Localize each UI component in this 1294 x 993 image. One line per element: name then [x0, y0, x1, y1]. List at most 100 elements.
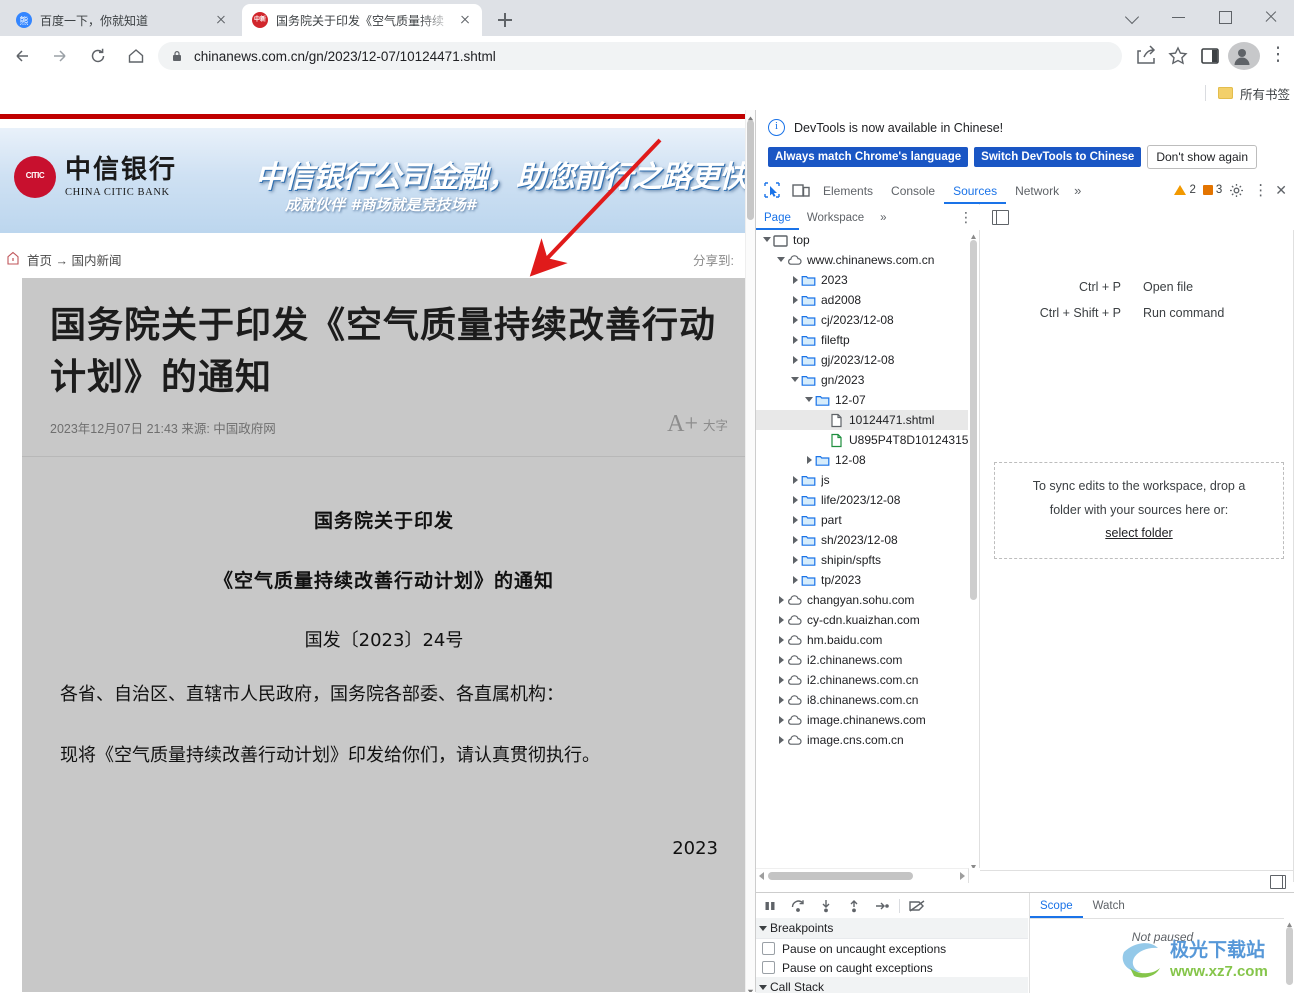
- dont-show-again-button[interactable]: Don't show again: [1147, 145, 1257, 169]
- file-tree-folder[interactable]: i2.chinanews.com.cn: [756, 670, 968, 690]
- chevron-right-icon[interactable]: [790, 290, 801, 310]
- chevron-right-icon[interactable]: [790, 330, 801, 350]
- file-tree-folder[interactable]: 12-07: [756, 390, 968, 410]
- bookmark-star-icon[interactable]: [1162, 40, 1194, 72]
- devtools-menu-icon[interactable]: ⋮: [1253, 181, 1268, 199]
- file-tree-folder[interactable]: gj/2023/12-08: [756, 350, 968, 370]
- pause-resume-icon[interactable]: [756, 894, 784, 918]
- file-tree-folder[interactable]: 2023: [756, 270, 968, 290]
- file-tree-folder[interactable]: www.chinanews.com.cn: [756, 250, 968, 270]
- section-call-stack[interactable]: Call Stack: [756, 977, 1028, 993]
- deactivate-breakpoints-icon[interactable]: [903, 894, 931, 918]
- file-tree-folder[interactable]: top: [756, 230, 968, 250]
- chevron-right-icon[interactable]: [776, 670, 787, 690]
- more-tabs-icon[interactable]: »: [1068, 183, 1087, 198]
- chevron-right-icon[interactable]: [790, 510, 801, 530]
- file-tree-folder[interactable]: fileftp: [756, 330, 968, 350]
- share-icon[interactable]: [1130, 40, 1162, 72]
- tab-close-icon[interactable]: [454, 9, 476, 31]
- file-tree-folder[interactable]: i2.chinanews.com: [756, 650, 968, 670]
- scrollbar-thumb[interactable]: [768, 872, 913, 880]
- file-tree-folder[interactable]: shipin/spfts: [756, 550, 968, 570]
- chevron-right-icon[interactable]: [776, 610, 787, 630]
- inspect-element-icon[interactable]: [759, 177, 785, 203]
- font-size-button[interactable]: A+ 大字: [667, 411, 728, 438]
- chevron-down-icon[interactable]: [762, 230, 773, 250]
- chevron-right-icon[interactable]: [790, 310, 801, 330]
- scrollbar-thumb[interactable]: [747, 120, 754, 220]
- navigator-menu-icon[interactable]: ⋮: [959, 209, 973, 226]
- chevron-right-icon[interactable]: [790, 570, 801, 590]
- step-icon[interactable]: [868, 894, 896, 918]
- file-tree-file[interactable]: 10124471.shtml: [756, 410, 968, 430]
- scroll-down-icon[interactable]: [970, 860, 977, 868]
- close-devtools-icon[interactable]: ✕: [1275, 182, 1287, 199]
- file-tree-folder[interactable]: gn/2023: [756, 370, 968, 390]
- chevron-right-icon[interactable]: [790, 530, 801, 550]
- tab-sources[interactable]: Sources: [944, 177, 1006, 204]
- chevron-right-icon[interactable]: [790, 350, 801, 370]
- warning-count[interactable]: 2: [1174, 184, 1196, 196]
- workspace-dropzone[interactable]: To sync edits to the workspace, drop a f…: [994, 462, 1284, 559]
- navigator-tab-page[interactable]: Page: [756, 205, 799, 230]
- navigator-horizontal-scrollbar[interactable]: [756, 868, 969, 883]
- file-tree-folder[interactable]: i8.chinanews.com.cn: [756, 690, 968, 710]
- step-out-icon[interactable]: [840, 894, 868, 918]
- step-over-icon[interactable]: [784, 894, 812, 918]
- close-window-icon[interactable]: [1248, 0, 1294, 32]
- file-tree-folder[interactable]: ad2008: [756, 290, 968, 310]
- side-tab-scope[interactable]: Scope: [1030, 894, 1083, 918]
- scroll-left-icon[interactable]: [759, 872, 764, 880]
- address-bar[interactable]: chinanews.com.cn/gn/2023/12-07/10124471.…: [158, 42, 1122, 70]
- chevron-right-icon[interactable]: [790, 550, 801, 570]
- tab-console[interactable]: Console: [882, 177, 944, 204]
- file-tree-folder[interactable]: cj/2023/12-08: [756, 310, 968, 330]
- tab-close-icon[interactable]: [210, 9, 232, 31]
- file-tree-folder[interactable]: image.cns.com.cn: [756, 730, 968, 750]
- scroll-right-icon[interactable]: [960, 872, 965, 880]
- chevron-right-icon[interactable]: [790, 270, 801, 290]
- tab-network[interactable]: Network: [1006, 177, 1068, 204]
- checkbox-icon[interactable]: [762, 961, 775, 974]
- toggle-navigator-icon[interactable]: [992, 209, 1009, 225]
- side-panel-icon[interactable]: [1194, 40, 1226, 72]
- navigator-more-icon[interactable]: »: [872, 205, 894, 230]
- step-into-icon[interactable]: [812, 894, 840, 918]
- chevron-right-icon[interactable]: [776, 690, 787, 710]
- navigator-tab-workspace[interactable]: Workspace: [799, 205, 872, 230]
- file-tree-folder[interactable]: hm.baidu.com: [756, 630, 968, 650]
- tab-search-chevron-down-icon[interactable]: [1110, 0, 1156, 32]
- chrome-menu-icon[interactable]: [1262, 39, 1294, 72]
- forward-button[interactable]: [44, 40, 76, 72]
- sources-navigator[interactable]: top www.chinanews.com.cn 2023 ad2008 cj/2023…: [756, 230, 980, 868]
- chevron-right-icon[interactable]: [790, 470, 801, 490]
- profile-avatar[interactable]: [1228, 42, 1260, 70]
- checkbox-icon[interactable]: [762, 942, 775, 955]
- chevron-right-icon[interactable]: [776, 710, 787, 730]
- file-tree-folder[interactable]: part: [756, 510, 968, 530]
- always-match-language-button[interactable]: Always match Chrome's language: [768, 147, 969, 167]
- file-tree-folder[interactable]: js: [756, 470, 968, 490]
- tab-elements[interactable]: Elements: [814, 177, 882, 204]
- chevron-down-icon[interactable]: [804, 390, 815, 410]
- home-button[interactable]: [120, 40, 152, 72]
- all-bookmarks-item[interactable]: 所有书签: [1217, 84, 1290, 103]
- breadcrumb[interactable]: 首页 → 国内新闻: [27, 250, 121, 269]
- toggle-drawer-icon[interactable]: [1270, 875, 1286, 889]
- new-tab-button[interactable]: [492, 7, 518, 33]
- minimize-window-icon[interactable]: [1156, 0, 1202, 32]
- browser-tab-chinanews[interactable]: 中新 国务院关于印发《空气质量持续: [242, 4, 482, 36]
- file-tree-folder[interactable]: life/2023/12-08: [756, 490, 968, 510]
- ad-banner-citic-bank[interactable]: 中信银行 CHINA CITIC BANK 中信银行公司金融，助您前行之路更快、…: [0, 128, 746, 233]
- scroll-down-icon[interactable]: [746, 983, 755, 992]
- settings-gear-icon[interactable]: [1229, 183, 1244, 198]
- file-tree[interactable]: top www.chinanews.com.cn 2023 ad2008 cj/2023…: [756, 230, 968, 750]
- chevron-right-icon[interactable]: [776, 630, 787, 650]
- scroll-up-icon[interactable]: [970, 230, 977, 239]
- file-tree-folder[interactable]: changyan.sohu.com: [756, 590, 968, 610]
- chevron-right-icon[interactable]: [776, 590, 787, 610]
- browser-tab-baidu[interactable]: 熊 百度一下，你就知道: [6, 4, 238, 36]
- section-breakpoints[interactable]: Breakpoints: [756, 918, 1028, 939]
- maximize-window-icon[interactable]: [1202, 0, 1248, 32]
- file-tree-folder[interactable]: 12-08: [756, 450, 968, 470]
